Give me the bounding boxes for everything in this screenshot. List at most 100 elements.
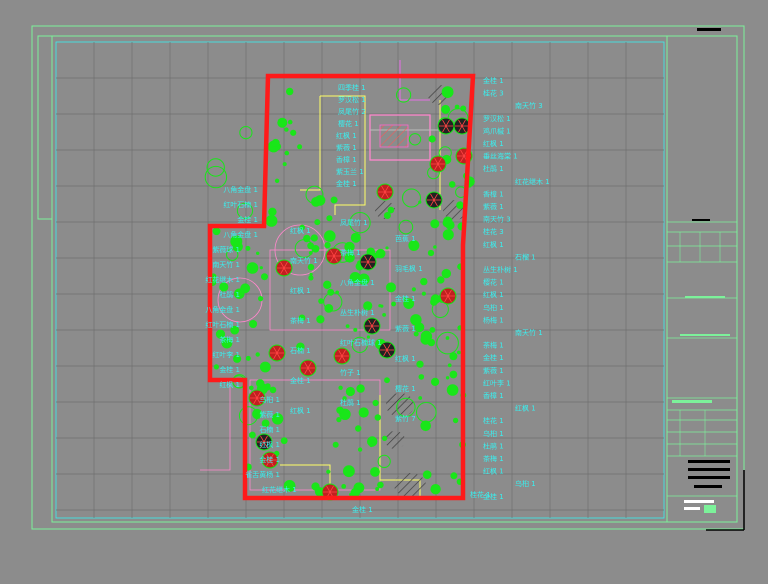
plant-label: 茶梅 1	[483, 454, 504, 463]
tree-symbol	[363, 317, 381, 335]
shrub-symbol	[212, 227, 221, 236]
shrub-symbol	[345, 324, 350, 328]
plant-label: 石楠 1	[290, 346, 311, 355]
plant-label: 紫薇 1	[259, 410, 280, 419]
shrub-symbol	[384, 377, 390, 384]
shrub-symbol	[411, 287, 416, 292]
shrub-symbol	[256, 251, 260, 255]
shrub-symbol	[336, 417, 342, 423]
plant-label: 八角金盘 1	[223, 230, 258, 239]
plant-label: 杜鹃 1	[483, 441, 504, 450]
shrub-symbol	[308, 275, 314, 281]
plant-label: 金桂 1	[290, 376, 311, 385]
shrub-symbol	[369, 443, 373, 448]
shrub-symbol	[420, 277, 428, 286]
shrub-symbol	[343, 465, 355, 478]
plant-label: 桂花 3	[483, 89, 504, 98]
plant-label: 罗汉松 1	[483, 114, 511, 123]
shrub-symbol	[259, 361, 271, 373]
shrub-symbol	[449, 370, 458, 379]
plant-label: 紫薇 1	[336, 143, 357, 152]
shrub-symbol	[441, 86, 454, 98]
shrub-symbol	[437, 276, 445, 284]
shrub-symbol	[416, 360, 424, 368]
shrub-symbol	[297, 144, 303, 150]
plant-label: 红枫 1	[290, 406, 311, 415]
shrub-symbol	[450, 472, 458, 480]
shrub-symbol	[326, 469, 331, 474]
tree-symbol	[268, 344, 286, 362]
plant-label: 紫薇 1	[483, 202, 504, 211]
shrub-symbol	[324, 304, 334, 313]
shrub-symbol	[338, 385, 343, 390]
plant-label: 红枫 1	[259, 440, 280, 449]
plant-label: 金桂 1	[352, 505, 373, 514]
shrub-symbol	[326, 215, 333, 222]
plant-label: 金桂 1	[483, 76, 504, 85]
shrub-symbol	[456, 201, 464, 209]
shrub-symbol	[370, 467, 380, 477]
tree-symbol	[299, 359, 317, 377]
shrub-symbol	[318, 298, 324, 304]
plant-label: 乌桕 1	[259, 395, 280, 404]
plant-label: 香樟 1	[483, 189, 504, 198]
shrub-symbol	[309, 272, 313, 276]
plant-label: 南天竹 1	[290, 256, 318, 265]
plant-label: 红枫 1	[336, 131, 357, 140]
shrub-symbol	[441, 268, 451, 279]
plant-label: 石榴 1	[515, 252, 536, 261]
tree-symbol	[429, 155, 447, 173]
plant-label: 紫竹 7	[395, 414, 416, 423]
shrub-symbol	[445, 336, 450, 340]
shrub-symbol	[422, 470, 432, 480]
shrub-symbol	[245, 355, 251, 361]
plant-label: 羽毛枫 1	[395, 264, 423, 273]
shrub-symbol	[421, 291, 426, 296]
shrub-symbol	[410, 314, 422, 326]
shrub-symbol	[345, 386, 355, 397]
plant-label: 南天竹 1	[212, 260, 240, 269]
shrub-symbol	[284, 127, 289, 132]
plant-label: 金桂 1	[395, 294, 416, 303]
shrub-symbol	[385, 246, 389, 250]
shrub-symbol	[357, 447, 363, 452]
plant-label: 樱花 1	[483, 278, 504, 287]
plant-label: 红枫 1	[483, 290, 504, 299]
shrub-symbol	[284, 150, 290, 156]
shrub-symbol	[427, 249, 435, 257]
plant-label: 红叶石楠 1	[205, 320, 240, 329]
shrub-symbol	[442, 229, 454, 241]
plant-label: 红花继木 1	[205, 275, 240, 284]
shrub-symbol	[358, 407, 369, 418]
plant-label: 红枫 1	[515, 404, 536, 413]
plant-label: 八角金盘 1	[223, 185, 258, 194]
shrub-symbol	[256, 379, 265, 388]
shrub-symbol	[290, 129, 297, 136]
plant-label: 杨梅 1	[483, 315, 504, 324]
shrub-symbol	[457, 350, 461, 355]
plant-label: 红枫 1	[219, 380, 240, 389]
shrub-symbol	[277, 117, 288, 128]
plant-label: 杜鹃 1	[483, 164, 504, 173]
shrub-symbol	[245, 245, 251, 251]
plant-label: 桂花 1	[483, 416, 504, 425]
shrub-symbol	[447, 363, 452, 368]
shrub-symbol	[356, 384, 365, 393]
plant-label: 罗汉松 1	[338, 95, 366, 104]
shrub-symbol	[382, 313, 386, 317]
cad-planting-plan: 八角金盘 1 红叶石楠 1 金桂 1 八角金盘 1 紫薇球 1 南天竹 1 红花继木 1 杜鹃…	[0, 0, 768, 584]
plant-label: 金桂 1	[259, 455, 280, 464]
plant-label: 金桂 1	[219, 365, 240, 374]
shrub-symbol	[341, 484, 347, 489]
plant-label: 茶梅 1	[340, 248, 361, 257]
plant-label: 丛生朴树 1	[483, 265, 518, 274]
shrub-symbol	[386, 282, 396, 293]
shrub-symbol	[372, 399, 379, 407]
plant-label: 丛生朴树 1	[340, 308, 375, 317]
tree-symbol	[359, 253, 377, 271]
shrub-symbol	[418, 396, 423, 400]
plant-label: 四季桂 1	[338, 83, 366, 92]
plant-label: 茶梅 1	[290, 316, 311, 325]
shrub-symbol	[268, 207, 277, 216]
shrub-symbol	[324, 230, 336, 242]
